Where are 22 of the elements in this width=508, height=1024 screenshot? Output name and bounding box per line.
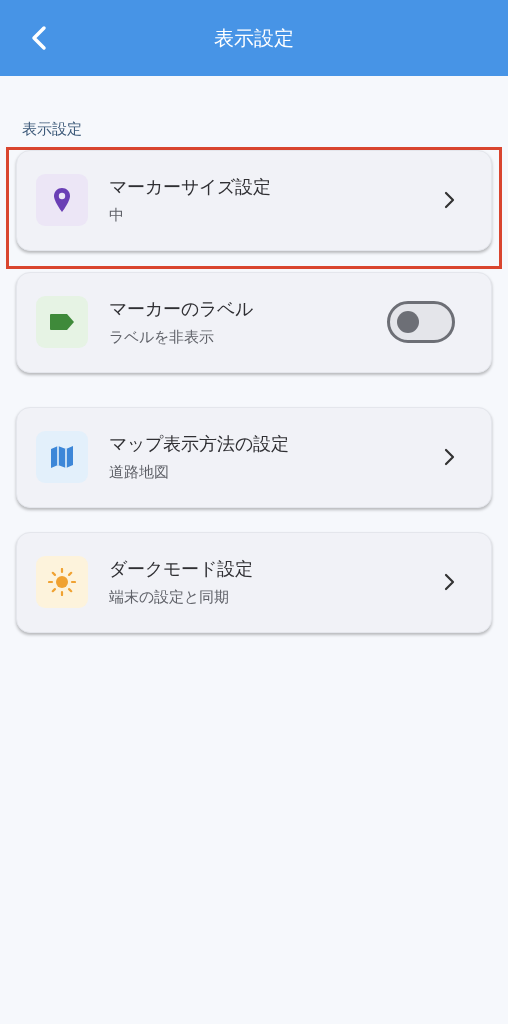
chevron-icon bbox=[443, 447, 457, 467]
setting-title: マップ表示方法の設定 bbox=[109, 432, 290, 457]
setting-row[interactable]: マーカーのラベル ラベルを非表示 bbox=[16, 271, 492, 373]
setting-value: 道路地図 bbox=[109, 462, 170, 484]
setting-title: ダークモード設定 bbox=[109, 557, 254, 582]
setting-value: 端末の設定と同期 bbox=[109, 587, 230, 609]
setting-title: マーカーのラベル bbox=[109, 297, 254, 322]
map-icon bbox=[50, 445, 74, 469]
setting-row[interactable]: マーカーサイズ設定 中 bbox=[16, 149, 492, 251]
chevron-icon bbox=[443, 190, 457, 210]
setting-value: ラベルを非表示 bbox=[109, 327, 215, 349]
location-pin-icon bbox=[53, 187, 71, 213]
sun-icon bbox=[48, 568, 76, 596]
setting-row[interactable]: マップ表示方法の設定 道路地図 bbox=[16, 406, 492, 508]
section-title: 表示設定 bbox=[21, 119, 83, 140]
setting-row[interactable]: ダークモード設定 端末の設定と同期 bbox=[16, 531, 492, 633]
toggle-switch[interactable] bbox=[387, 301, 455, 343]
tag-icon bbox=[49, 313, 75, 331]
setting-title: マーカーサイズ設定 bbox=[109, 175, 272, 200]
setting-value: 中 bbox=[109, 205, 125, 227]
chevron-icon bbox=[443, 572, 457, 592]
screen-title: 表示設定 bbox=[214, 25, 294, 52]
